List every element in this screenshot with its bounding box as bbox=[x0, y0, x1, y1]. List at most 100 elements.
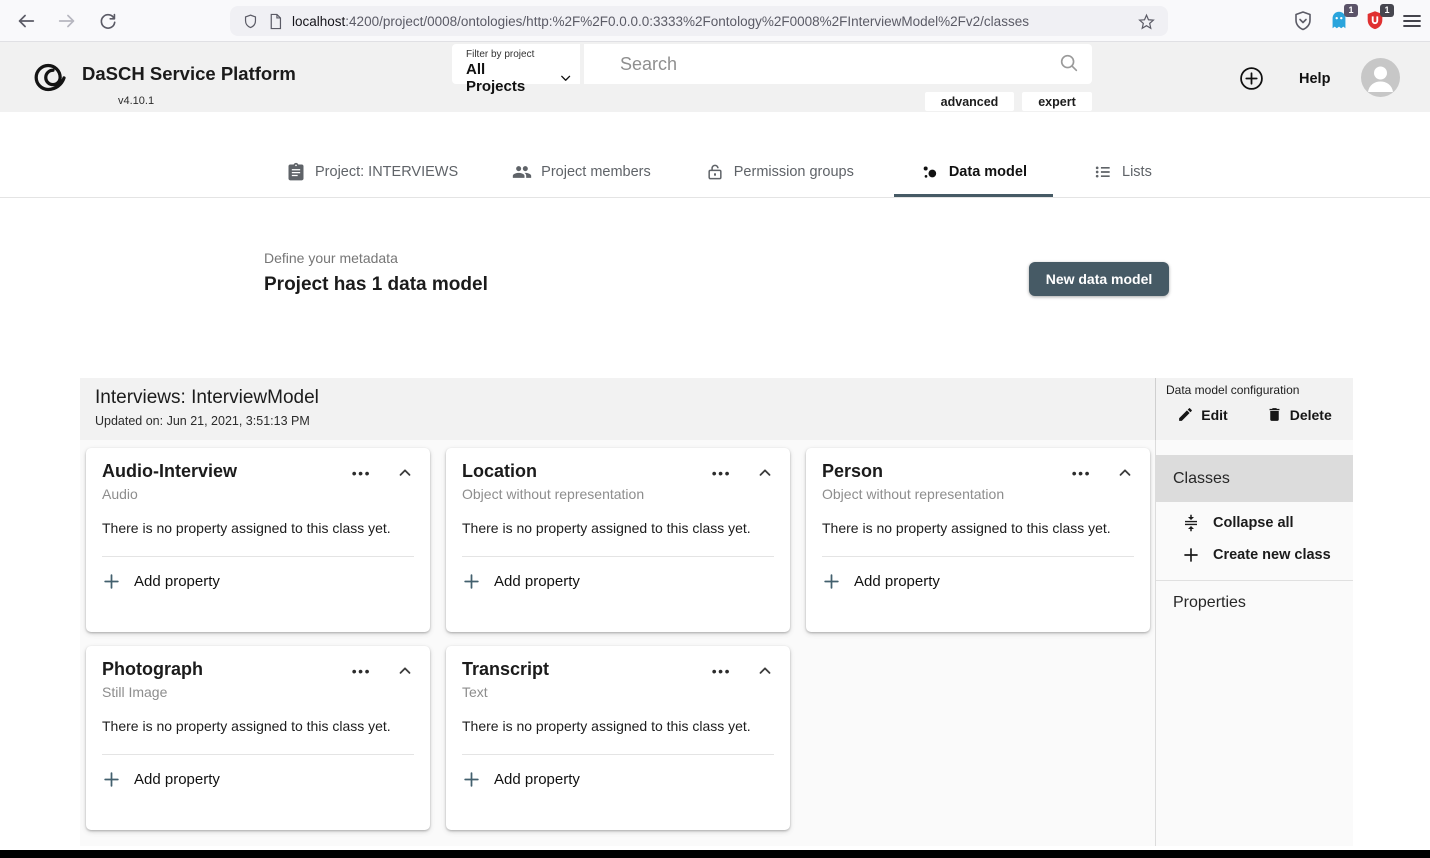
url-bar[interactable]: localhost:4200/project/0008/ontologies/h… bbox=[230, 6, 1168, 36]
class-card-photograph: ••• Photograph Still Image There is no p… bbox=[86, 646, 430, 830]
search-input[interactable] bbox=[584, 44, 1092, 84]
data-model-updated: Updated on: Jun 21, 2021, 3:51:13 PM bbox=[95, 414, 310, 428]
collapse-all-icon bbox=[1182, 514, 1200, 532]
help-button[interactable]: Help bbox=[1293, 70, 1336, 88]
dasch-logo-icon bbox=[29, 54, 75, 100]
page-info-icon[interactable] bbox=[268, 13, 283, 30]
add-property-button[interactable]: Add property bbox=[822, 557, 940, 605]
avatar[interactable] bbox=[1361, 58, 1400, 97]
lock-icon bbox=[705, 162, 725, 182]
forward-icon[interactable] bbox=[56, 10, 78, 32]
empty-message: There is no property assigned to this cl… bbox=[462, 718, 774, 734]
empty-message: There is no property assigned to this cl… bbox=[462, 520, 774, 536]
add-property-label: Add property bbox=[134, 573, 220, 590]
bubble-chart-icon bbox=[920, 162, 940, 182]
create-new-class-button[interactable]: Create new class bbox=[1156, 539, 1353, 571]
class-card-location: ••• Location Object without representati… bbox=[446, 448, 790, 632]
trash-icon bbox=[1266, 406, 1283, 423]
class-cards-grid: ••• Audio-Interview Audio There is no pr… bbox=[86, 448, 1150, 830]
sidebar-class-actions: Collapse all Create new class bbox=[1156, 502, 1353, 581]
delete-data-model-button[interactable]: Delete bbox=[1260, 405, 1338, 424]
configuration-label: Data model configuration bbox=[1166, 383, 1299, 397]
more-options-icon[interactable]: ••• bbox=[712, 463, 731, 483]
pencil-icon bbox=[1177, 406, 1194, 423]
new-data-model-button[interactable]: New data model bbox=[1029, 262, 1169, 296]
more-options-icon[interactable]: ••• bbox=[712, 661, 731, 681]
bottom-black-bar bbox=[0, 850, 1430, 858]
class-type: Still Image bbox=[102, 684, 414, 700]
extension-badge: 1 bbox=[1380, 4, 1394, 17]
more-options-icon[interactable]: ••• bbox=[352, 661, 371, 681]
reload-icon[interactable] bbox=[97, 10, 119, 32]
plus-icon bbox=[102, 572, 121, 591]
advanced-search-button[interactable]: advanced bbox=[925, 92, 1014, 111]
add-property-label: Add property bbox=[854, 573, 940, 590]
add-property-button[interactable]: Add property bbox=[102, 557, 220, 605]
create-new-icon[interactable] bbox=[1239, 66, 1264, 91]
ghostery-extension-icon[interactable]: 1 bbox=[1328, 9, 1352, 33]
pocket-shield-icon[interactable] bbox=[1291, 9, 1315, 33]
tab-project[interactable]: Project: INTERVIEWS bbox=[272, 147, 472, 197]
collapse-chevron-icon[interactable] bbox=[396, 464, 414, 482]
edit-data-model-button[interactable]: Edit bbox=[1171, 405, 1233, 424]
collapse-all-button[interactable]: Collapse all bbox=[1156, 507, 1353, 539]
create-new-class-label: Create new class bbox=[1213, 547, 1331, 563]
tab-label: Permission groups bbox=[734, 164, 854, 180]
project-filter-select[interactable]: Filter by project All Projects bbox=[452, 44, 580, 84]
class-type: Object without representation bbox=[822, 486, 1134, 502]
edit-label: Edit bbox=[1201, 407, 1227, 423]
intro-subtitle: Define your metadata bbox=[264, 250, 398, 266]
empty-message: There is no property assigned to this cl… bbox=[822, 520, 1134, 536]
browser-chrome: localhost:4200/project/0008/ontologies/h… bbox=[0, 0, 1430, 42]
class-type: Text bbox=[462, 684, 774, 700]
collapse-chevron-icon[interactable] bbox=[1116, 464, 1134, 482]
more-options-icon[interactable]: ••• bbox=[1072, 463, 1091, 483]
app-header: DaSCH Service Platform v4.10.1 Filter by… bbox=[0, 42, 1430, 112]
more-options-icon[interactable]: ••• bbox=[352, 463, 371, 483]
ublock-extension-icon[interactable]: 1 bbox=[1364, 9, 1388, 33]
sidebar-item-properties[interactable]: Properties bbox=[1156, 580, 1353, 626]
tab-data-model[interactable]: Data model bbox=[894, 147, 1053, 197]
plus-icon bbox=[1182, 546, 1200, 564]
delete-label: Delete bbox=[1290, 407, 1332, 423]
tracking-shield-icon[interactable] bbox=[242, 13, 259, 30]
tab-permission-groups[interactable]: Permission groups bbox=[691, 147, 868, 197]
add-property-label: Add property bbox=[494, 771, 580, 788]
properties-label: Properties bbox=[1173, 594, 1246, 612]
class-type: Object without representation bbox=[462, 486, 774, 502]
data-model-panel: Interviews: InterviewModel Updated on: J… bbox=[80, 378, 1353, 846]
version-label: v4.10.1 bbox=[118, 95, 154, 107]
tab-lists[interactable]: Lists bbox=[1079, 147, 1166, 197]
tab-label: Project members bbox=[541, 164, 651, 180]
collapse-chevron-icon[interactable] bbox=[756, 662, 774, 680]
plus-icon bbox=[102, 770, 121, 789]
collapse-chevron-icon[interactable] bbox=[396, 662, 414, 680]
bookmark-star-icon[interactable] bbox=[1137, 12, 1156, 31]
tab-label: Data model bbox=[949, 164, 1027, 180]
tab-project-members[interactable]: Project members bbox=[498, 147, 665, 197]
collapse-all-label: Collapse all bbox=[1213, 515, 1294, 531]
class-type: Audio bbox=[102, 486, 414, 502]
filter-value: All Projects bbox=[466, 61, 545, 95]
menu-hamburger-icon[interactable] bbox=[1400, 9, 1424, 33]
back-icon[interactable] bbox=[15, 10, 37, 32]
url-path: :4200/project/0008/ontologies/http:%2F%2… bbox=[345, 14, 1029, 29]
collapse-chevron-icon[interactable] bbox=[756, 464, 774, 482]
project-tab-bar: Project: INTERVIEWS Project members Perm… bbox=[0, 112, 1430, 198]
sidebar-item-classes[interactable]: Classes bbox=[1156, 455, 1353, 502]
url-host: localhost bbox=[292, 14, 345, 29]
data-model-title: Interviews: InterviewModel bbox=[95, 387, 319, 409]
tab-label: Lists bbox=[1122, 164, 1152, 180]
page-title: Project has 1 data model bbox=[264, 274, 488, 296]
url-text[interactable]: localhost:4200/project/0008/ontologies/h… bbox=[292, 14, 1128, 29]
search-icon[interactable] bbox=[1058, 52, 1080, 74]
data-model-configuration: Data model configuration Edit Delete bbox=[1155, 378, 1353, 440]
add-property-button[interactable]: Add property bbox=[102, 755, 220, 803]
expert-search-button[interactable]: expert bbox=[1022, 92, 1092, 111]
add-property-button[interactable]: Add property bbox=[462, 557, 580, 605]
data-model-header: Interviews: InterviewModel Updated on: J… bbox=[80, 378, 1353, 440]
plus-icon bbox=[462, 770, 481, 789]
chevron-down-icon bbox=[559, 71, 572, 85]
clipboard-icon bbox=[286, 162, 306, 182]
add-property-button[interactable]: Add property bbox=[462, 755, 580, 803]
